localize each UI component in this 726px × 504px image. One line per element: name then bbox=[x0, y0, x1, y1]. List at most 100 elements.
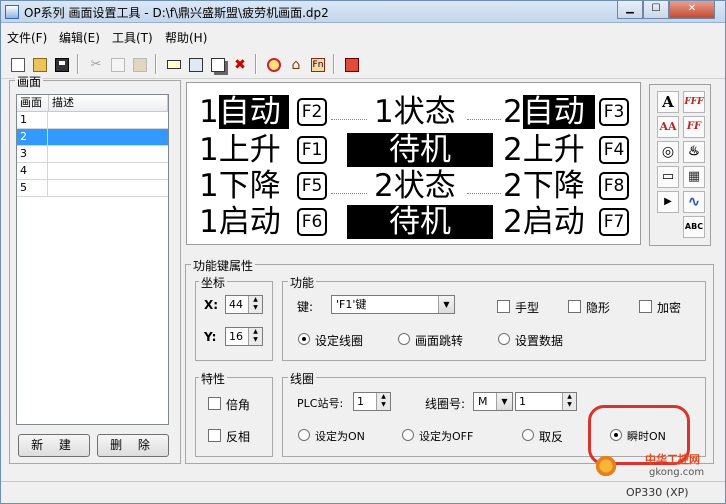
delete-screen-icon[interactable]: ✖ bbox=[229, 54, 249, 74]
hand-label: 手型 bbox=[515, 301, 540, 315]
toggle-radio[interactable] bbox=[522, 429, 534, 441]
function-caption: 功能 bbox=[288, 274, 317, 291]
list-item[interactable]: 5 bbox=[17, 180, 168, 197]
download-icon[interactable] bbox=[341, 54, 361, 74]
abc-text-icon[interactable]: ABC bbox=[683, 216, 705, 238]
lcd-fkey-f7[interactable]: F7 bbox=[599, 208, 629, 236]
hidden-checkbox[interactable] bbox=[568, 300, 581, 313]
new-file-icon[interactable] bbox=[7, 54, 27, 74]
lcd-fkey-f5[interactable]: F5 bbox=[297, 172, 327, 200]
home-icon[interactable]: ⌂ bbox=[285, 54, 305, 74]
screen-jump-label: 画面跳转 bbox=[415, 334, 464, 348]
set-data-radio[interactable] bbox=[498, 333, 510, 345]
coil-number-value: 1 bbox=[519, 395, 526, 408]
minimize-button[interactable]: ▁ bbox=[617, 1, 643, 19]
trend-icon[interactable]: ∿ bbox=[683, 191, 705, 213]
alarm-icon[interactable] bbox=[263, 54, 283, 74]
encrypt-checkbox[interactable] bbox=[639, 300, 652, 313]
text-size-icon[interactable]: AA bbox=[657, 116, 679, 138]
copy-icon[interactable] bbox=[107, 54, 127, 74]
lcd-text-2-down[interactable]: 2下降 bbox=[503, 169, 585, 203]
screens-list[interactable]: 画面 描述 1 2 3 4 5 bbox=[16, 94, 169, 425]
coil-type-select[interactable]: M ▼ bbox=[473, 392, 513, 411]
menu-help[interactable]: 帮助(H) bbox=[165, 29, 207, 46]
lcd-text-2-status[interactable]: 2状态 bbox=[374, 169, 456, 203]
numeric-display-icon[interactable]: ▭ bbox=[657, 166, 679, 188]
lcd-dotted-line bbox=[467, 193, 501, 194]
lcd-fkey-f8[interactable]: F8 bbox=[599, 172, 629, 200]
lcd-text-1-down[interactable]: 1下降 bbox=[199, 169, 281, 203]
lcd-fkey-f6[interactable]: F6 bbox=[297, 208, 327, 236]
spin-arrows-icon[interactable]: ▲ ▼ bbox=[376, 393, 390, 410]
lcd-text-1-auto[interactable]: 1自动 bbox=[199, 95, 289, 129]
spin-arrows-icon[interactable]: ▲ ▼ bbox=[562, 393, 576, 410]
lcd-text-1-status[interactable]: 1状态 bbox=[374, 95, 456, 129]
menu-tools[interactable]: 工具(T) bbox=[112, 29, 153, 46]
toggle-label: 取反 bbox=[539, 430, 564, 444]
delete-screen-button[interactable]: 删 除 bbox=[97, 434, 169, 457]
list-item-selected[interactable]: 2 bbox=[17, 129, 168, 146]
menu-edit[interactable]: 编辑(E) bbox=[59, 29, 100, 46]
save-icon[interactable] bbox=[51, 54, 71, 74]
dropdown-arrow-icon[interactable]: ▼ bbox=[438, 296, 454, 313]
bar-graph-icon[interactable]: ▦ bbox=[683, 166, 705, 188]
x-spinbox[interactable]: 44 ▲ ▼ bbox=[225, 295, 263, 314]
font-icon[interactable]: FFF bbox=[683, 91, 705, 113]
screen-jump-radio[interactable] bbox=[398, 333, 410, 345]
new-screen-button[interactable]: 新 建 bbox=[18, 434, 90, 457]
screen-props-icon[interactable] bbox=[185, 54, 205, 74]
inverse-checkbox[interactable] bbox=[208, 429, 221, 442]
new-screen-icon[interactable] bbox=[163, 54, 183, 74]
lamp-icon[interactable]: ◎ bbox=[657, 141, 679, 163]
key-label: 键: bbox=[297, 300, 314, 314]
maximize-button[interactable]: ☐ bbox=[643, 1, 669, 19]
lcd-status-2-standby[interactable]: 待机 bbox=[347, 205, 493, 239]
y-label: Y: bbox=[204, 330, 217, 344]
y-value: 16 bbox=[229, 330, 243, 343]
lcd-text-2-up[interactable]: 2上升 bbox=[503, 133, 585, 167]
column-header-description[interactable]: 描述 bbox=[49, 95, 168, 112]
open-folder-icon[interactable] bbox=[29, 54, 49, 74]
menu-file[interactable]: 文件(F) bbox=[7, 29, 47, 46]
column-header-screen[interactable]: 画面 bbox=[17, 95, 49, 112]
spin-arrows-icon[interactable]: ▲ ▼ bbox=[248, 296, 262, 313]
x-value: 44 bbox=[229, 298, 243, 311]
lcd-text-2-start[interactable]: 2启动 bbox=[503, 205, 585, 239]
text-icon[interactable]: A bbox=[657, 91, 679, 113]
coil-number-spinbox[interactable]: 1 ▲ ▼ bbox=[515, 392, 577, 411]
function-key-icon[interactable]: Fn bbox=[307, 54, 327, 74]
double-size-checkbox[interactable] bbox=[208, 397, 221, 410]
font-style-icon[interactable]: FF bbox=[683, 116, 705, 138]
set-coil-radio[interactable] bbox=[298, 333, 310, 345]
cut-icon[interactable]: ✂ bbox=[85, 54, 105, 74]
tool-palette: A FFF AA FF ◎ ♨ ▭ ▦ ▶ ∿ ABC bbox=[649, 84, 711, 246]
hidden-label: 隐形 bbox=[586, 301, 611, 315]
hand-checkbox[interactable] bbox=[497, 300, 510, 313]
copy-screen-icon[interactable] bbox=[207, 54, 227, 74]
lcd-fkey-f1[interactable]: F1 bbox=[297, 136, 327, 164]
lcd-fkey-f4[interactable]: F4 bbox=[599, 136, 629, 164]
set-on-radio[interactable] bbox=[298, 429, 310, 441]
lcd-status-1-standby[interactable]: 待机 bbox=[347, 133, 493, 167]
key-select[interactable]: 'F1'键 ▼ bbox=[331, 295, 455, 314]
lcd-fkey-f3[interactable]: F3 bbox=[599, 98, 629, 126]
lcd-text-1-start[interactable]: 1启动 bbox=[199, 205, 281, 239]
button-icon[interactable]: ▶ bbox=[657, 191, 679, 213]
spin-arrows-icon[interactable]: ▲ ▼ bbox=[248, 328, 262, 345]
list-item[interactable]: 1 bbox=[17, 112, 168, 129]
y-spinbox[interactable]: 16 ▲ ▼ bbox=[225, 327, 263, 346]
set-off-radio[interactable] bbox=[402, 429, 414, 441]
dropdown-arrow-icon[interactable]: ▼ bbox=[496, 393, 512, 410]
lcd-text-1-up[interactable]: 1上升 bbox=[199, 133, 281, 167]
plc-station-value: 1 bbox=[357, 395, 364, 408]
list-item[interactable]: 4 bbox=[17, 163, 168, 180]
gear-icon bbox=[593, 453, 619, 479]
paste-icon[interactable] bbox=[129, 54, 149, 74]
switch-icon[interactable]: ♨ bbox=[683, 141, 705, 163]
plc-station-spinbox[interactable]: 1 ▲ ▼ bbox=[353, 392, 391, 411]
lcd-canvas[interactable]: 1自动 F2 1状态 2自动 F3 1上升 F1 待机 2上升 F4 1下降 F… bbox=[197, 93, 633, 241]
lcd-text-2-auto[interactable]: 2自动 bbox=[503, 95, 595, 129]
list-item[interactable]: 3 bbox=[17, 146, 168, 163]
close-button[interactable]: ✕ bbox=[669, 1, 715, 19]
lcd-fkey-f2[interactable]: F2 bbox=[297, 98, 327, 126]
